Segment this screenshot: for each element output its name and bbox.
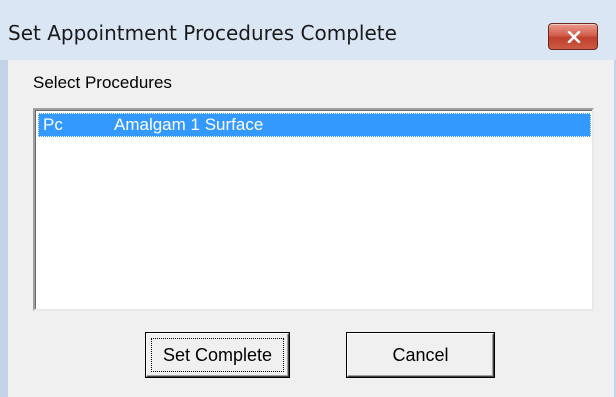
focus-rectangle: [151, 338, 284, 372]
close-button[interactable]: [548, 23, 598, 50]
procedure-row[interactable]: Pc Amalgam 1 Surface: [38, 113, 591, 137]
cancel-label: Cancel: [392, 345, 449, 365]
window-title: Set Appointment Procedures Complete: [8, 21, 397, 45]
select-procedures-label: Select Procedures: [33, 73, 172, 92]
procedures-listbox[interactable]: Pc Amalgam 1 Surface: [33, 108, 594, 311]
cancel-button[interactable]: Cancel: [347, 333, 494, 377]
title-bar[interactable]: Set Appointment Procedures Complete: [0, 0, 616, 60]
dialog-window: Set Appointment Procedures Complete Sele…: [0, 0, 616, 397]
set-complete-button[interactable]: Set Complete: [146, 333, 289, 377]
close-x-icon: [567, 31, 581, 43]
procedure-description: Amalgam 1 Surface: [114, 115, 264, 134]
procedure-code: Pc: [43, 115, 63, 134]
